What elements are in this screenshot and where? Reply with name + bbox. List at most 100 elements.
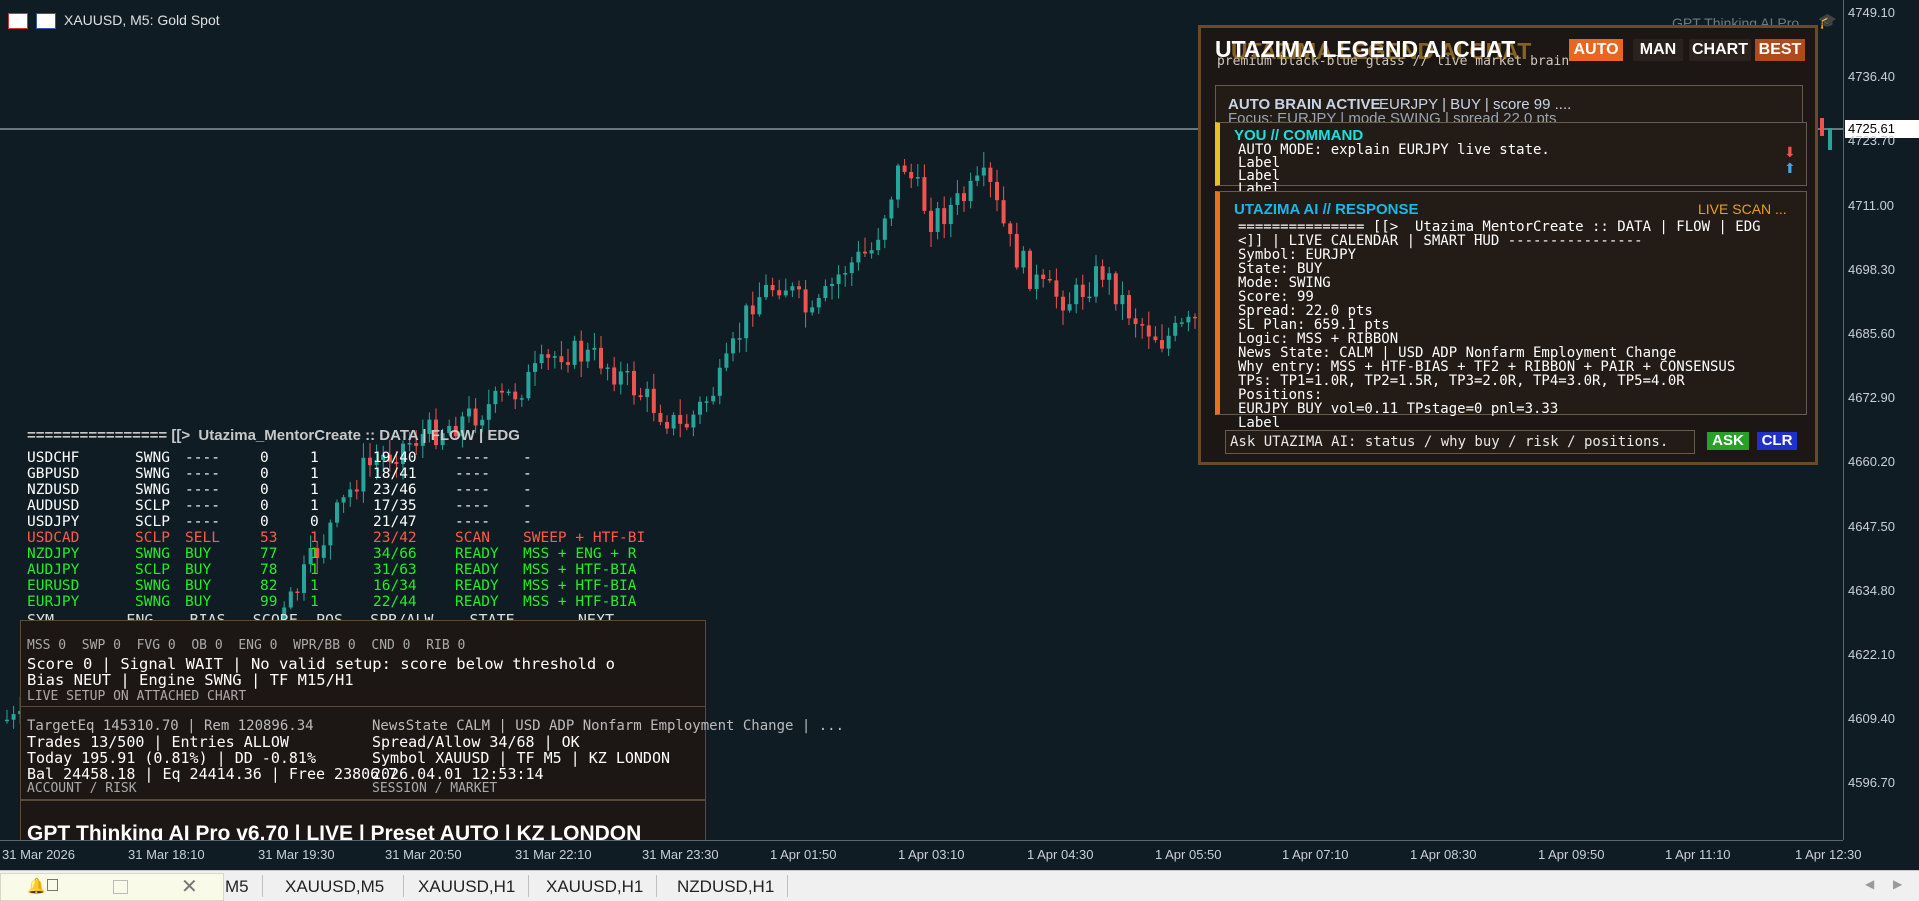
response-line: Score: 99 (1238, 289, 1314, 305)
candle-body (1179, 322, 1184, 324)
copy-icon[interactable] (47, 879, 58, 891)
dashboard-cell-sym: NZDUSD (27, 482, 80, 498)
candle-body (830, 284, 834, 287)
bell-icon[interactable]: 🔔 (27, 877, 46, 895)
dashboard-cell-eng: SWNG (135, 578, 170, 594)
price-axis-label: 4596.70 (1848, 775, 1895, 791)
candle-body (1087, 296, 1092, 299)
dashboard-cell-score: 0 (260, 482, 269, 498)
candle-body (566, 362, 570, 365)
dashboard-cell-eng: SCLP (135, 498, 170, 514)
candle-body (691, 414, 696, 428)
scroll-right-icon[interactable]: ▶ (1893, 877, 1902, 891)
dashboard-cell-eng: SWNG (135, 594, 170, 610)
manual-mode-button[interactable]: MAN (1633, 39, 1683, 61)
chart-window-icon[interactable] (36, 13, 56, 30)
candle-body (552, 356, 557, 358)
candle-body (1140, 324, 1145, 326)
chart-tab[interactable]: XAUUSD,M5 (285, 877, 384, 897)
candle-body (493, 390, 498, 405)
response-line: Why entry: MSS + HTF-BIAS + TF2 + RIBBON… (1238, 359, 1736, 375)
dashboard-cell-pos: 0 (310, 514, 319, 530)
candle-body (5, 719, 9, 722)
dashboard-cell-bias: ---- (185, 514, 220, 530)
dashboard-cell-pos: 1 (310, 594, 319, 610)
candle-body (744, 305, 749, 339)
candle-body (1067, 304, 1072, 311)
dashboard-cell-spr: 23/42 (373, 530, 417, 546)
scroll-up-arrow-icon[interactable]: ⬇ (1784, 144, 1796, 161)
chart-button[interactable]: CHART (1689, 39, 1751, 61)
candle-body (962, 193, 966, 202)
candle-body (328, 522, 333, 546)
graduation-cap-icon: 🎓 (1818, 13, 1837, 30)
candle-body (348, 489, 353, 498)
candle-body (335, 502, 339, 523)
chart-list-icon[interactable] (8, 13, 28, 30)
candle-body (480, 419, 485, 426)
candle-body (295, 591, 300, 593)
dashboard-cell-bias: ---- (185, 482, 220, 498)
tab-separator (528, 875, 529, 897)
dashboard-cell-score: 77 (260, 546, 278, 562)
scroll-left-icon[interactable]: ◀ (1865, 877, 1874, 891)
candle-body (757, 297, 762, 315)
close-icon[interactable]: ✕ (181, 874, 198, 899)
dashboard-cell-spr: 31/63 (373, 562, 417, 578)
candle-body (863, 251, 867, 254)
chart-tab[interactable]: XAUUSD,H1 (546, 877, 643, 897)
candle-body (1008, 223, 1013, 234)
dashboard-cell-score: 0 (260, 514, 269, 530)
dashboard-cell-score: 53 (260, 530, 278, 546)
price-axis-label: 4749.10 (1848, 5, 1895, 20)
live-setup-label: LIVE SETUP ON ATTACHED CHART (27, 689, 247, 704)
ask-input[interactable]: Ask UTAZIMA AI: status / why buy / risk … (1230, 434, 1668, 450)
window-icon[interactable] (113, 880, 128, 894)
candle-body (519, 398, 524, 400)
candle-body (869, 250, 874, 254)
dashboard-cell-state: READY (455, 594, 499, 610)
dashboard-cell-eng: SCLP (135, 514, 170, 530)
dashboard-cell-next: SWEEP + HTF-BI (523, 530, 646, 546)
dashboard-cell-spr: 22/44 (373, 594, 417, 610)
candle-body (1028, 250, 1032, 289)
time-axis[interactable]: 31 Mar 2026 31 Mar 18:10 31 Mar 19:30 31 Ma… (0, 840, 1862, 869)
time-axis-label: 31 Mar 22:10 (515, 847, 592, 862)
candle-body (533, 363, 537, 372)
ask-button[interactable]: ASK (1707, 432, 1749, 450)
candle-body (1107, 273, 1112, 280)
tab-separator (656, 875, 657, 897)
dashboard-cell-bias: ---- (185, 450, 220, 466)
candle-body (612, 367, 617, 385)
signal-line-1: Score 0 | Signal WAIT | No valid setup: … (27, 655, 615, 673)
ask-input-box[interactable]: Ask UTAZIMA AI: status / why buy / risk … (1225, 430, 1695, 454)
candle-body (948, 204, 953, 225)
price-axis[interactable]: 4725.61 4749.10 4736.40 4723.70 4711.00 4698… (1843, 0, 1919, 840)
candle-body (896, 165, 900, 200)
chat-title: UTAZIMA LEGEND AI CHAT (1215, 36, 1516, 62)
candle-body (995, 181, 999, 201)
candle-body (836, 274, 841, 285)
candle-body (1166, 335, 1171, 349)
price-axis-label: 4736.40 (1848, 69, 1895, 85)
scroll-down-arrow-icon[interactable]: ⬆ (1784, 160, 1796, 177)
price-axis-label: 4711.00 (1848, 197, 1895, 213)
candle-body (843, 273, 848, 275)
candle-body (1173, 322, 1178, 336)
candle-body (902, 165, 907, 172)
chart-tab[interactable]: NZDUSD,H1 (677, 877, 774, 897)
candle-body (1113, 273, 1118, 305)
dashboard-cell-score: 82 (260, 578, 278, 594)
clear-button[interactable]: CLR (1757, 432, 1797, 450)
time-axis-label: 1 Apr 08:30 (1410, 847, 1477, 862)
auto-mode-button[interactable]: AUTO (1569, 39, 1623, 61)
dashboard-cell-bias: ---- (185, 466, 220, 482)
time-axis-label: 1 Apr 05:50 (1155, 847, 1222, 862)
response-line: Mode: SWING (1238, 275, 1331, 291)
candle-body (981, 167, 986, 176)
chart-tab[interactable]: M5 (225, 877, 249, 897)
ai-chat-panel: premium black-blue glass // live market … (1198, 25, 1818, 465)
chart-tab[interactable]: XAUUSD,H1 (418, 877, 515, 897)
candle-body (823, 286, 828, 298)
best-button[interactable]: BEST (1755, 39, 1805, 61)
